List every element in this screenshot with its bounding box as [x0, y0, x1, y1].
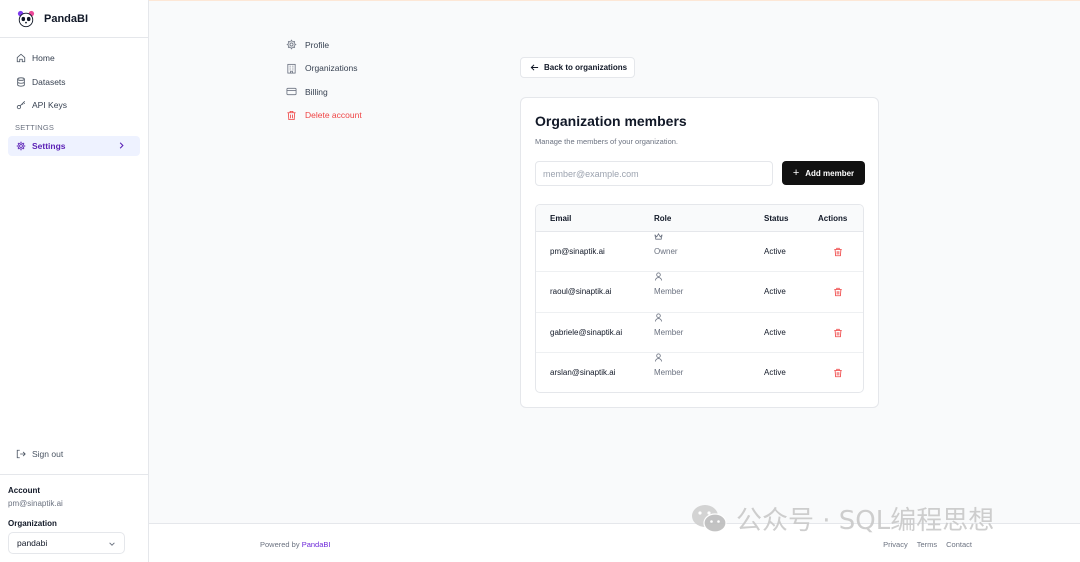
- delete-member-trash-icon[interactable]: [833, 328, 843, 338]
- database-icon: [17, 76, 25, 87]
- member-email: raoul@sinaptik.ai: [550, 287, 612, 297]
- member-email: arslan@sinaptik.ai: [550, 367, 616, 377]
- sign-out-link[interactable]: Sign out: [16, 449, 63, 459]
- settings-nav-organizations[interactable]: Organizations: [286, 61, 362, 76]
- member-role-label: Member: [654, 327, 684, 337]
- table-header: Email Role Status Actions: [536, 205, 863, 232]
- member-status: Active: [764, 327, 786, 337]
- table-row: pm@sinaptik.ai Owner Active: [536, 232, 863, 273]
- footer-link-terms[interactable]: Terms: [917, 540, 937, 549]
- gear-icon: [16, 141, 26, 151]
- member-status: Active: [764, 287, 786, 297]
- member-role-label: Owner: [654, 247, 678, 256]
- sidebar-item-label: API Keys: [32, 100, 67, 110]
- member-email-input[interactable]: [535, 161, 773, 186]
- settings-nav-label: Organizations: [305, 63, 358, 73]
- settings-section-label: SETTINGS: [15, 123, 55, 132]
- settings-nav-profile[interactable]: Profile: [286, 37, 362, 52]
- column-header-actions: Actions: [818, 214, 848, 223]
- settings-nav: Profile Organizations Billing Delete acc…: [286, 37, 362, 131]
- footer-link-privacy[interactable]: Privacy: [883, 540, 908, 549]
- sidebar-item-label: Datasets: [32, 76, 66, 87]
- settings-nav-label: Profile: [305, 39, 330, 50]
- powered-by: Powered by PandaBI: [260, 540, 330, 549]
- key-icon: [16, 100, 26, 110]
- account-panel: Account pm@sinaptik.ai Organization pand…: [0, 474, 148, 562]
- brand-name: PandaBI: [44, 12, 89, 25]
- member-role: Member: [654, 353, 683, 377]
- chevron-down-icon: [109, 542, 115, 546]
- member-email: pm@sinaptik.ai: [550, 247, 605, 256]
- card-title: Organization members: [535, 113, 687, 129]
- footer-links: Privacy Terms Contact: [883, 540, 972, 549]
- members-table: Email Role Status Actions pm@sinaptik.ai…: [535, 204, 864, 393]
- organization-value: pandabi: [17, 538, 48, 548]
- sign-out-icon: [16, 449, 26, 459]
- table-row: arslan@sinaptik.ai Member Active: [536, 353, 863, 392]
- delete-member-trash-icon[interactable]: [833, 287, 843, 297]
- member-role: Owner: [654, 232, 678, 256]
- sign-out-label: Sign out: [32, 449, 64, 459]
- sidebar-item-label: Home: [32, 53, 55, 63]
- delete-member-trash-icon[interactable]: [833, 247, 843, 257]
- settings-nav-label: Billing: [305, 86, 328, 97]
- top-border: [0, 0, 1080, 1]
- wechat-icon: [692, 504, 727, 533]
- sidebar-item-label: Settings: [32, 141, 66, 151]
- building-icon: [287, 63, 296, 73]
- arrow-left-icon: [530, 64, 539, 71]
- sidebar-item-api-keys[interactable]: API Keys: [8, 95, 140, 115]
- settings-nav-label: Delete account: [305, 110, 362, 120]
- settings-nav-billing[interactable]: Billing: [286, 84, 362, 99]
- member-role: Member: [654, 272, 683, 296]
- table-row: raoul@sinaptik.ai Member Active: [536, 272, 863, 313]
- organization-members-card: Organization members Manage the members …: [520, 97, 879, 408]
- column-header-email: Email: [550, 214, 572, 223]
- watermark: 公众号 · SQL编程思想: [690, 500, 994, 537]
- member-role-label: Member: [654, 287, 684, 297]
- column-header-role: Role: [654, 214, 672, 223]
- member-email: gabriele@sinaptik.ai: [550, 327, 623, 337]
- powered-prefix: Powered by: [260, 540, 300, 549]
- member-role-label: Member: [654, 367, 684, 377]
- brand[interactable]: PandaBI: [0, 0, 148, 38]
- watermark-text: 公众号 · SQL编程思想: [736, 506, 995, 536]
- panda-logo-icon: [17, 10, 35, 27]
- sidebar: PandaBI Home Datasets API Keys SETTINGS …: [0, 0, 149, 562]
- back-button-label: Back to organizations: [544, 63, 628, 72]
- back-to-organizations-button[interactable]: Back to organizations: [520, 57, 635, 78]
- gear-icon: [286, 39, 297, 50]
- plus-icon: +: [792, 167, 800, 179]
- trash-icon: [287, 110, 296, 120]
- account-email: pm@sinaptik.ai: [8, 499, 63, 508]
- sidebar-item-home[interactable]: Home: [8, 48, 140, 68]
- card-description: Manage the members of your organization.: [535, 137, 678, 146]
- footer-link-contact[interactable]: Contact: [946, 540, 972, 549]
- sidebar-nav: Home Datasets API Keys SETTINGS Settings: [0, 38, 148, 156]
- account-label: Account: [8, 486, 40, 495]
- sidebar-item-datasets[interactable]: Datasets: [8, 72, 140, 92]
- table-row: gabriele@sinaptik.ai Member Active: [536, 313, 863, 353]
- delete-member-trash-icon[interactable]: [833, 368, 843, 378]
- organization-label: Organization: [8, 519, 57, 528]
- member-role: Member: [654, 313, 683, 337]
- organization-select[interactable]: pandabi: [8, 532, 125, 554]
- sidebar-item-settings[interactable]: Settings: [8, 136, 140, 156]
- column-header-status: Status: [764, 214, 789, 223]
- member-status: Active: [764, 367, 786, 377]
- add-member-button[interactable]: + Add member: [782, 161, 865, 185]
- credit-card-icon: [286, 87, 297, 96]
- member-status: Active: [764, 247, 786, 256]
- add-member-label: Add member: [805, 168, 855, 178]
- home-icon: [16, 53, 26, 63]
- powered-brand-link[interactable]: PandaBI: [302, 540, 331, 549]
- settings-nav-delete-account[interactable]: Delete account: [286, 108, 362, 123]
- chevron-right-icon: [119, 142, 124, 149]
